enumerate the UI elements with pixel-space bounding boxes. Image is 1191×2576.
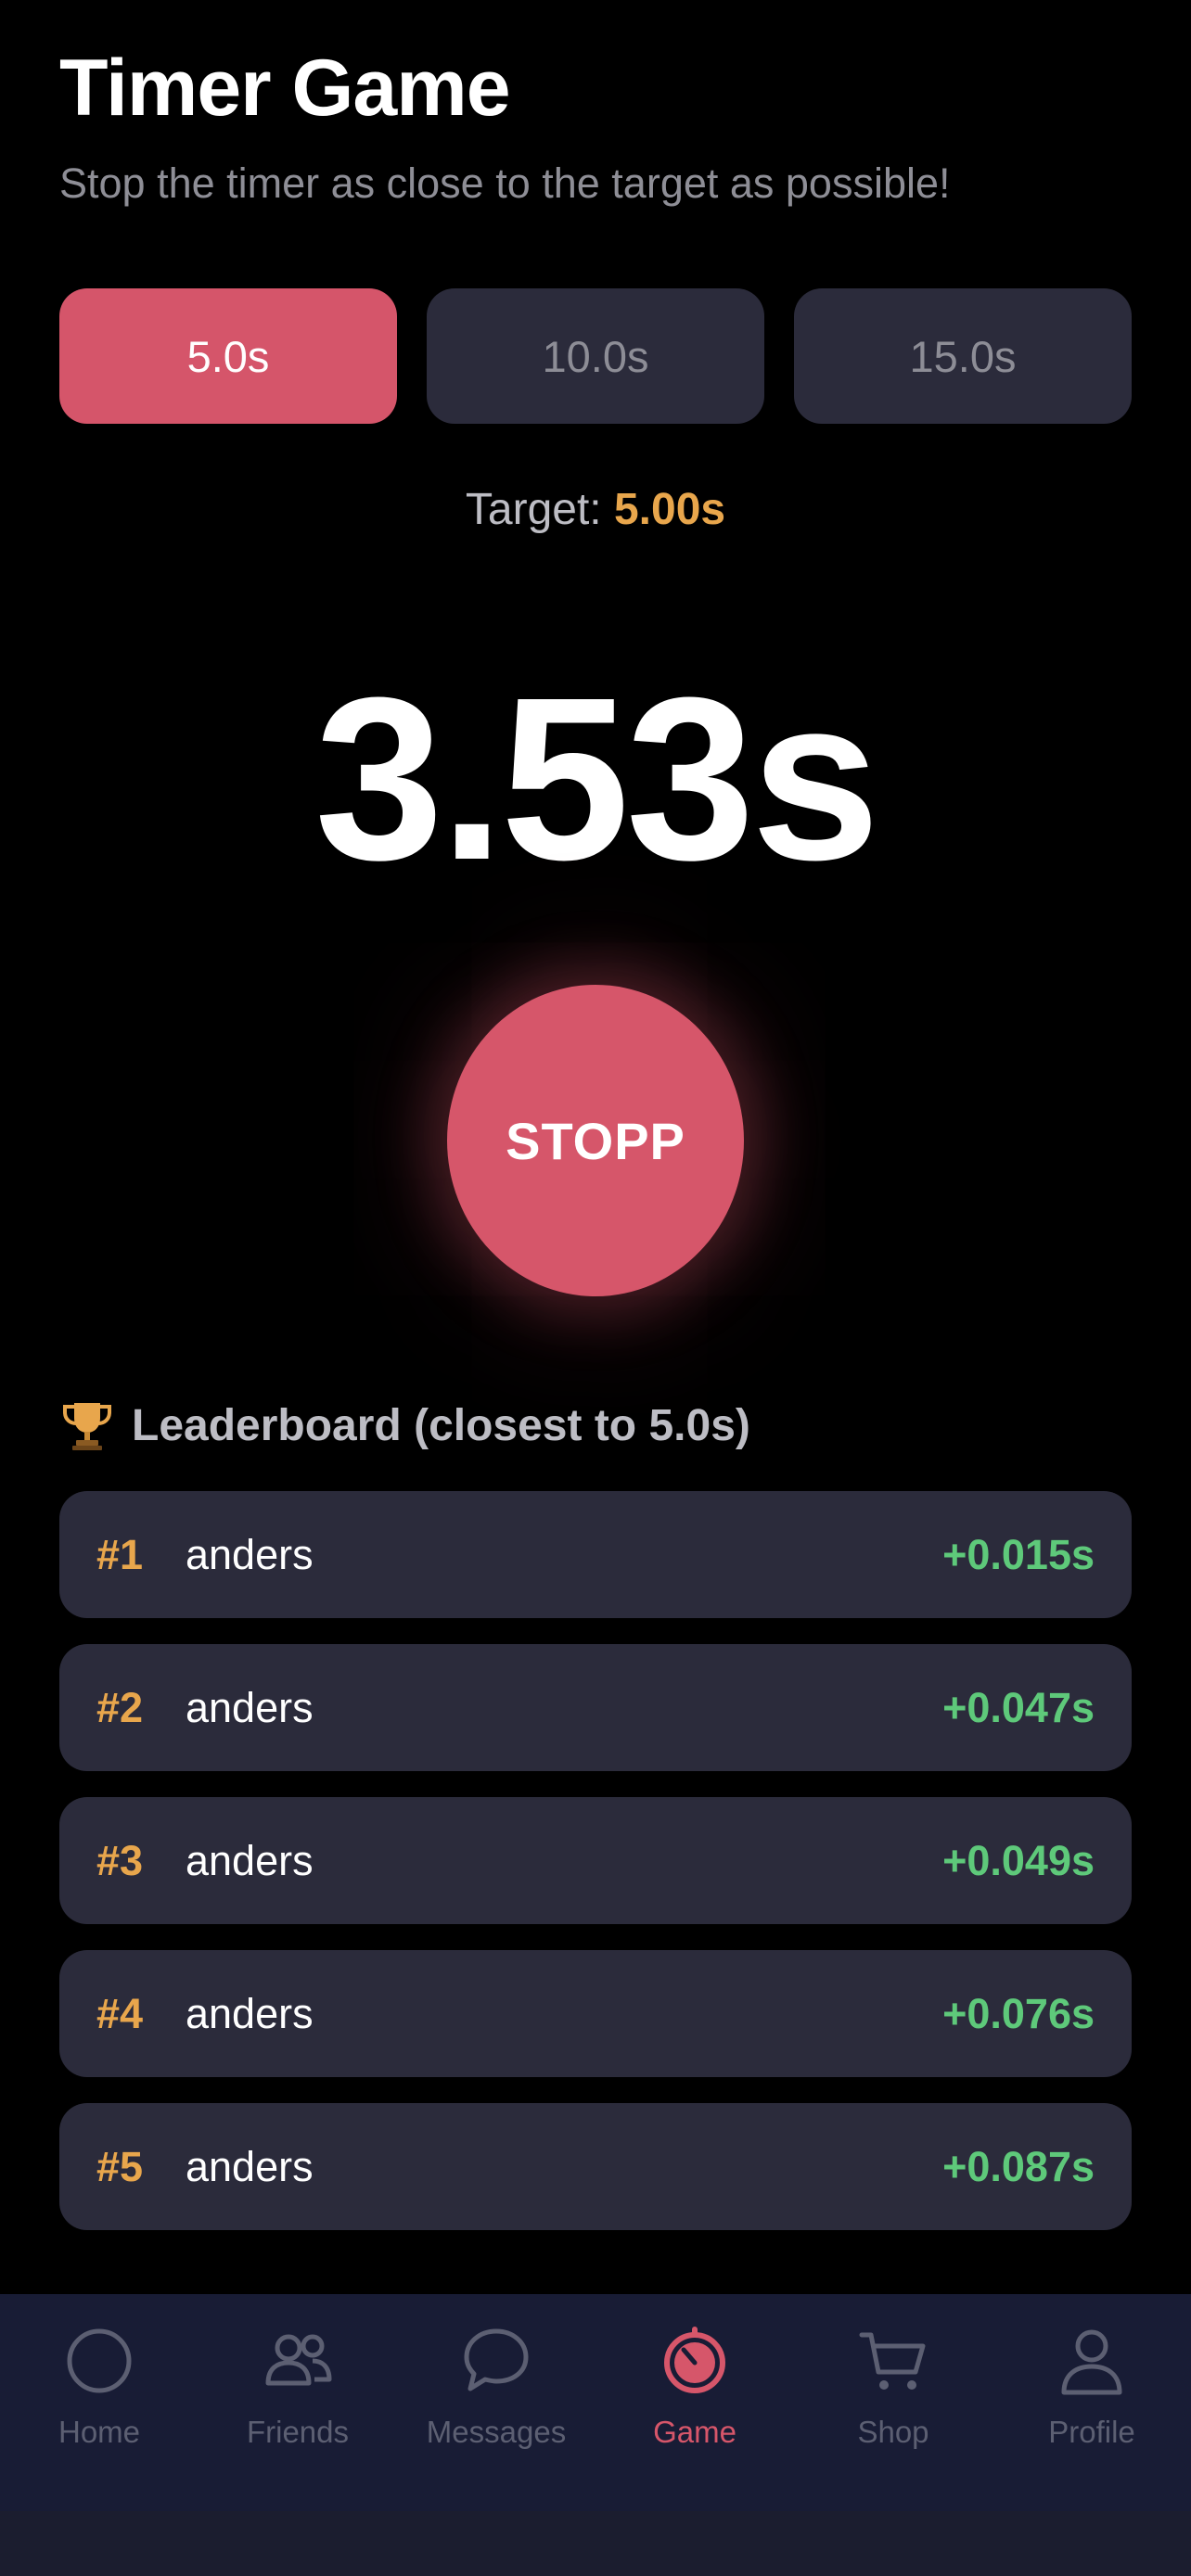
option-5s-button[interactable]: 5.0s bbox=[59, 288, 397, 424]
leaderboard-row: #2 anders +0.047s bbox=[59, 1644, 1132, 1771]
tab-label: Shop bbox=[857, 2415, 929, 2449]
tab-label: Messages bbox=[426, 2415, 567, 2449]
tab-game[interactable]: Game bbox=[596, 2294, 794, 2511]
leaderboard-row: #4 anders +0.076s bbox=[59, 1950, 1132, 2077]
leaderboard-name: anders bbox=[186, 1836, 314, 1884]
cart-icon bbox=[859, 2332, 926, 2390]
timer-game-screen: Timer Game Stop the timer as close to th… bbox=[0, 0, 1191, 2576]
page-title: Timer Game bbox=[59, 44, 511, 133]
leaderboard-list: #1 anders +0.015s #2 anders +0.047s #3 a… bbox=[59, 1491, 1132, 2256]
leaderboard-rank: #5 bbox=[96, 2142, 144, 2190]
tab-friends[interactable]: Friends bbox=[198, 2294, 397, 2511]
target-display: Target: 5.00s bbox=[0, 484, 1191, 535]
leaderboard-rank: #4 bbox=[96, 1989, 144, 2037]
leaderboard-name: anders bbox=[186, 1683, 314, 1731]
leaderboard-row: #3 anders +0.049s bbox=[59, 1797, 1132, 1924]
leaderboard-header: Leaderboard (closest to 5.0s) bbox=[59, 1396, 750, 1455]
leaderboard-rank: #2 bbox=[96, 1683, 144, 1731]
target-options: 5.0s 10.0s 15.0s bbox=[59, 288, 1132, 424]
stop-button-wrap: STOPP bbox=[447, 985, 744, 1296]
tab-home[interactable]: Home bbox=[0, 2294, 198, 2511]
bottom-tab-bar: Home Friends Messages Game Shop Profile bbox=[0, 2294, 1191, 2576]
leaderboard-rank: #1 bbox=[96, 1530, 144, 1578]
tab-label: Game bbox=[653, 2415, 736, 2449]
trophy-icon bbox=[59, 1397, 115, 1453]
leaderboard-row: #1 anders +0.015s bbox=[59, 1491, 1132, 1618]
tab-profile[interactable]: Profile bbox=[992, 2294, 1191, 2511]
messages-icon bbox=[464, 2328, 529, 2391]
tab-label: Friends bbox=[246, 2415, 350, 2449]
stop-button[interactable]: STOPP bbox=[447, 985, 744, 1296]
leaderboard-diff: +0.087s bbox=[942, 2142, 1095, 2190]
tab-label: Profile bbox=[1048, 2415, 1135, 2449]
home-icon bbox=[67, 2328, 132, 2393]
page-subtitle: Stop the timer as close to the target as… bbox=[59, 159, 951, 207]
home-indicator-area bbox=[0, 2511, 1191, 2576]
tab-messages[interactable]: Messages bbox=[397, 2294, 596, 2511]
friends-icon bbox=[265, 2334, 332, 2386]
leaderboard-diff: +0.047s bbox=[942, 1683, 1095, 1731]
target-value: 5.00s bbox=[613, 485, 726, 534]
leaderboard-title: Leaderboard (closest to 5.0s) bbox=[132, 1400, 750, 1450]
leaderboard-rank: #3 bbox=[96, 1836, 144, 1884]
target-label: Target: bbox=[465, 485, 614, 534]
leaderboard-name: anders bbox=[186, 2142, 314, 2190]
leaderboard-row: #5 anders +0.087s bbox=[59, 2103, 1132, 2230]
leaderboard-name: anders bbox=[186, 1989, 314, 2037]
game-timer-icon bbox=[664, 2327, 725, 2393]
option-10s-button[interactable]: 10.0s bbox=[427, 288, 764, 424]
leaderboard-diff: +0.015s bbox=[942, 1530, 1095, 1578]
profile-icon bbox=[1061, 2329, 1122, 2395]
tab-shop[interactable]: Shop bbox=[794, 2294, 992, 2511]
tab-label: Home bbox=[58, 2415, 141, 2449]
leaderboard-name: anders bbox=[186, 1530, 314, 1578]
option-15s-button[interactable]: 15.0s bbox=[794, 288, 1132, 424]
leaderboard-diff: +0.049s bbox=[942, 1836, 1095, 1884]
timer-display: 3.53s bbox=[314, 649, 880, 908]
leaderboard-diff: +0.076s bbox=[942, 1989, 1095, 2037]
